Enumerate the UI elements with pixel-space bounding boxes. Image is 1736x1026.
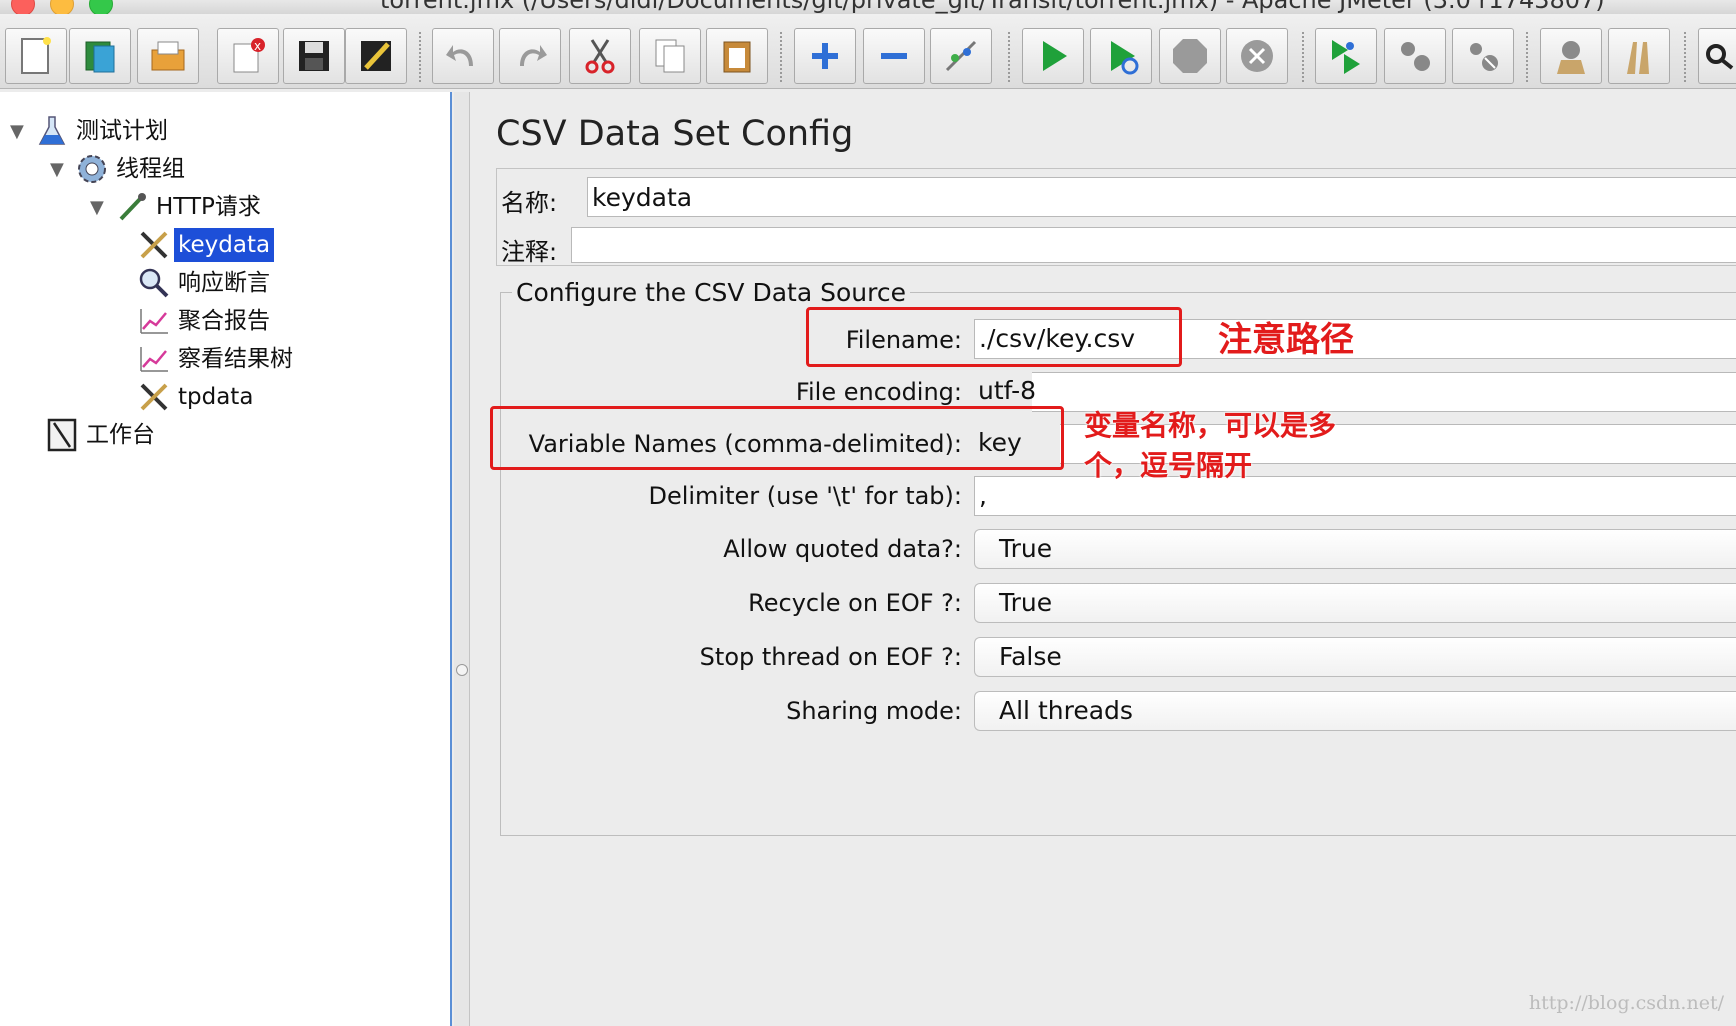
tree-item-label: 工作台: [86, 422, 155, 448]
expand-triangle-icon[interactable]: ▼: [90, 197, 112, 218]
recycle-eof-select[interactable]: True: [974, 583, 1736, 623]
window-title: torrent.jmx (/Users/didi/Documents/git/p…: [380, 0, 1605, 14]
csv-source-group-title: Configure the CSV Data Source: [512, 278, 910, 307]
tree-item-tpdata[interactable]: tpdata: [112, 380, 257, 414]
graph-icon: [134, 342, 174, 376]
toggle-icon[interactable]: [930, 28, 992, 84]
tree-item-test-plan[interactable]: ▼ 测试计划: [10, 114, 172, 148]
variable-names-input[interactable]: key: [974, 424, 1736, 464]
comment-input[interactable]: [571, 227, 1736, 263]
tree-item-http-request[interactable]: ▼ HTTP请求: [90, 190, 265, 224]
divider-handle[interactable]: [456, 664, 468, 676]
delimiter-label: Delimiter (use '\t' for tab):: [648, 482, 962, 510]
close-icon[interactable]: x: [217, 28, 279, 84]
tree-item-label: HTTP请求: [156, 194, 261, 220]
templates-icon[interactable]: [69, 28, 131, 84]
tree-item-keydata[interactable]: keydata: [112, 228, 275, 262]
test-plan-tree[interactable]: ▼ 测试计划 ▼ 线程组 ▼ HTTP请求 keydata 响应断言 聚合报告 …: [0, 92, 452, 1026]
title-bar: torrent.jmx (/Users/didi/Documents/git/p…: [0, 0, 1736, 14]
redo-icon[interactable]: [499, 28, 561, 84]
expand-triangle-icon[interactable]: ▼: [50, 159, 72, 180]
expand-triangle-icon[interactable]: ▼: [10, 121, 32, 142]
tree-item-label: 察看结果树: [178, 346, 293, 372]
comment-label: 注释:: [501, 238, 558, 266]
remote-stop-icon[interactable]: [1384, 28, 1446, 84]
window-zoom-button[interactable]: [89, 0, 113, 14]
tree-item-label: 聚合报告: [178, 308, 270, 334]
open-icon[interactable]: [137, 28, 199, 84]
cut-icon[interactable]: [569, 28, 631, 84]
svg-text:x: x: [254, 39, 261, 53]
copy-icon[interactable]: [639, 28, 701, 84]
start-no-pause-icon[interactable]: [1090, 28, 1152, 84]
filename-highlight-box: [806, 307, 1182, 367]
tree-item-thread-group[interactable]: ▼ 线程组: [50, 152, 189, 186]
gear-icon: [72, 152, 112, 186]
sharing-mode-label: Sharing mode:: [786, 697, 962, 725]
tree-item-label: tpdata: [178, 384, 254, 410]
split-pane-divider[interactable]: [454, 92, 470, 1026]
search-icon[interactable]: [1698, 28, 1736, 84]
tree-item-label: 线程组: [116, 156, 185, 182]
tools-icon: [134, 228, 174, 262]
watermark: http://blog.csdn.net/: [1528, 992, 1724, 1014]
remote-shutdown-icon[interactable]: [1452, 28, 1514, 84]
tree-item-view-results-tree[interactable]: 察看结果树: [112, 342, 297, 376]
page-title: CSV Data Set Config: [496, 114, 854, 154]
magnifier-icon: [134, 266, 174, 300]
flask-icon: [32, 114, 72, 148]
tools-icon: [134, 380, 174, 414]
stop-thread-eof-label: Stop thread on EOF ?:: [699, 643, 962, 671]
save-as-icon[interactable]: [345, 28, 407, 84]
save-icon[interactable]: [283, 28, 345, 84]
pipette-icon: [112, 190, 152, 224]
name-input[interactable]: keydata: [587, 177, 1736, 217]
expand-icon[interactable]: [794, 28, 856, 84]
window-minimize-button[interactable]: [50, 0, 74, 14]
graph-icon: [134, 304, 174, 338]
file-encoding-input[interactable]: utf-8: [974, 372, 1736, 412]
stop-icon[interactable]: [1159, 28, 1221, 84]
workbench-icon: [42, 418, 82, 452]
csv-config-panel: CSV Data Set Config 名称: keydata 注释: Conf…: [472, 92, 1736, 1026]
tree-item-workbench[interactable]: 工作台: [20, 418, 159, 452]
file-encoding-label: File encoding:: [795, 378, 962, 406]
clear-icon[interactable]: [1540, 28, 1602, 84]
tree-item-label: 测试计划: [76, 118, 168, 144]
remote-start-icon[interactable]: [1315, 28, 1377, 84]
clear-all-icon[interactable]: [1608, 28, 1670, 84]
tree-item-aggregate-report[interactable]: 聚合报告: [112, 304, 274, 338]
stop-thread-eof-select[interactable]: False: [974, 637, 1736, 677]
allow-quoted-select[interactable]: True: [974, 529, 1736, 569]
shutdown-icon[interactable]: [1226, 28, 1288, 84]
name-label: 名称:: [501, 189, 558, 217]
toolbar: x: [0, 14, 1736, 89]
allow-quoted-label: Allow quoted data?:: [723, 535, 962, 563]
tree-item-label: 响应断言: [178, 270, 270, 296]
collapse-icon[interactable]: [863, 28, 925, 84]
undo-icon[interactable]: [432, 28, 494, 84]
sharing-mode-select[interactable]: All threads: [974, 691, 1736, 731]
window-close-button[interactable]: [11, 0, 35, 14]
name-comment-box: 名称: keydata 注释:: [496, 168, 1736, 266]
paste-icon[interactable]: [706, 28, 768, 84]
recycle-eof-label: Recycle on EOF ?:: [748, 589, 962, 617]
tree-item-label: keydata: [174, 228, 275, 262]
start-icon[interactable]: [1022, 28, 1084, 84]
tree-item-response-assertion[interactable]: 响应断言: [112, 266, 274, 300]
new-icon[interactable]: [5, 28, 67, 84]
path-note: 注意路径: [1218, 320, 1354, 360]
